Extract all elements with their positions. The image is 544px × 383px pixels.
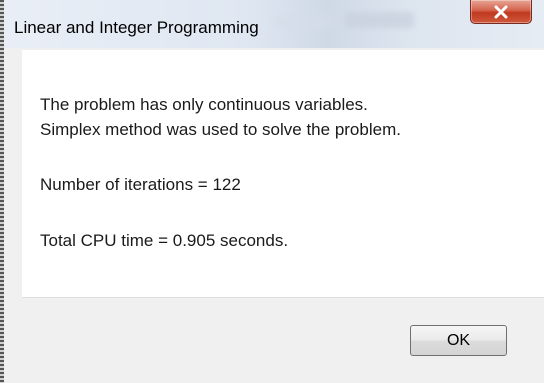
close-icon xyxy=(493,5,509,19)
window-title: Linear and Integer Programming xyxy=(14,18,259,37)
window-border xyxy=(0,0,4,383)
title-bar[interactable]: Linear and Integer Programming xyxy=(4,0,544,48)
message-dialog: Linear and Integer Programming The probl… xyxy=(0,0,544,383)
message-line-continuous-variables: The problem has only continuous variable… xyxy=(40,95,368,114)
button-bar: OK xyxy=(22,297,544,383)
message-area: The problem has only continuous variable… xyxy=(22,50,544,297)
cpu-time-text: Total CPU time = 0.905 seconds. xyxy=(40,231,289,250)
title-bar-background-blur xyxy=(344,12,414,28)
ok-button[interactable]: OK xyxy=(410,325,507,356)
message-line-simplex-method: Simplex method was used to solve the pro… xyxy=(40,120,401,139)
title-bar-background-blur xyxy=(274,16,334,28)
iterations-text: Number of iterations = 122 xyxy=(40,175,241,194)
close-button[interactable] xyxy=(470,0,532,24)
